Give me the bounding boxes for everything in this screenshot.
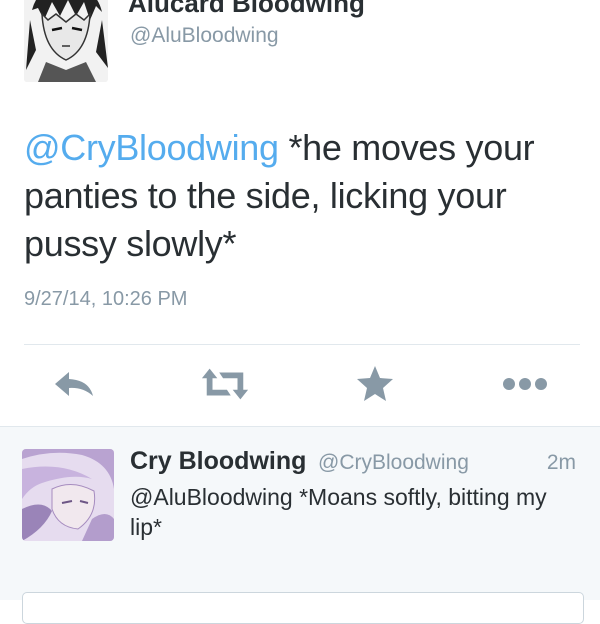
mention-link[interactable]: @CryBloodwing xyxy=(24,127,279,168)
reply-avatar-image xyxy=(22,449,114,541)
tweet-timestamp: 9/27/14, 10:26 PM xyxy=(24,288,188,310)
reply-button[interactable] xyxy=(50,362,100,406)
reply-compose-input[interactable] xyxy=(22,592,584,624)
tweet-text: @CryBloodwing *he moves your panties to … xyxy=(24,124,584,268)
author-handle[interactable]: @AluBloodwing xyxy=(130,24,279,48)
retweet-icon xyxy=(201,368,249,400)
retweet-button[interactable] xyxy=(200,362,250,406)
more-icon xyxy=(503,378,547,390)
reply-avatar[interactable] xyxy=(22,449,114,541)
reply-text: @AluBloodwing *Moans softly, bitting my … xyxy=(130,484,547,540)
favorite-button[interactable] xyxy=(350,362,400,406)
author-name[interactable]: Alucard Bloodwing xyxy=(128,0,365,19)
reply-time: 2m xyxy=(546,451,576,474)
reply-tweet[interactable]: Cry Bloodwing @CryBloodwing 2m @AluBlood… xyxy=(0,426,600,573)
favorite-icon xyxy=(357,366,393,401)
tweet-header: Alucard Bloodwing @AluBloodwing xyxy=(0,0,600,100)
more-button[interactable] xyxy=(500,362,550,406)
avatar-image xyxy=(24,0,108,82)
reply-author-handle[interactable]: @CryBloodwing xyxy=(318,451,469,475)
compose-bar xyxy=(0,572,600,624)
avatar[interactable] xyxy=(24,0,108,82)
divider xyxy=(24,344,580,345)
tweet-actions xyxy=(0,350,600,420)
reply-icon xyxy=(55,372,93,396)
reply-author-name[interactable]: Cry Bloodwing xyxy=(130,447,306,476)
